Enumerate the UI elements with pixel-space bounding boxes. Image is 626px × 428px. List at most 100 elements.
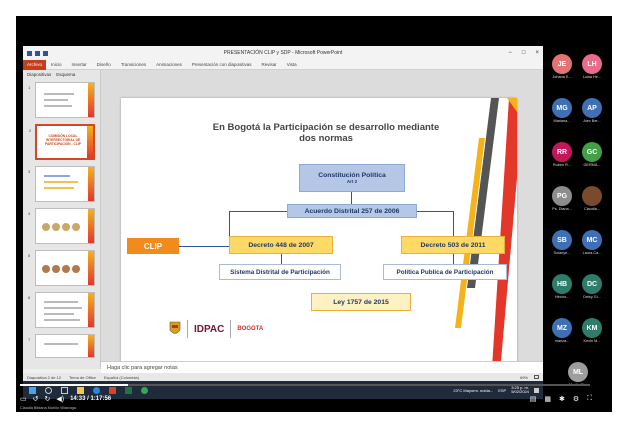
gear-icon[interactable]: ⚙ <box>573 395 579 403</box>
video-player-frame: PRESENTACIÓN CLIP y SDP - Microsoft Powe… <box>16 16 612 412</box>
constitucion-box: Constitución Política Art 2 <box>299 164 405 192</box>
status-bar: Diapositiva 2 de 12 Tema de Office Españ… <box>23 373 543 381</box>
tab-presentacion[interactable]: Presentación con diapositivas <box>187 62 257 67</box>
participant-name: Alex Ber... <box>583 119 601 123</box>
tab-revisar[interactable]: Revisar <box>256 62 281 67</box>
theme-name: Tema de Office <box>69 374 96 380</box>
participant-avatar: SB <box>552 230 572 250</box>
participant-tile[interactable]: AP Alex Ber... <box>578 98 606 123</box>
participant-tile[interactable]: DC Deisy Gi... <box>578 274 606 299</box>
participant-avatar: DC <box>582 274 602 294</box>
window-title: PRESENTACIÓN CLIP y SDP - Microsoft Powe… <box>223 50 343 56</box>
participant-tile[interactable]: LH Luisa He... <box>578 54 606 79</box>
tab-diseno[interactable]: Diseño <box>92 62 116 67</box>
tab-insertar[interactable]: Insertar <box>67 62 92 67</box>
slide-canvas[interactable]: En Bogotá la Participación se desarrollo… <box>121 98 517 384</box>
participant-name: Solanye... <box>553 251 571 255</box>
tab-diapositivas[interactable]: Diapositivas <box>27 72 51 77</box>
language-indicator: Español (Colombia) <box>103 374 139 380</box>
player-controls: ▭ ↺ ↻ ◀) 14:33 / 1:17:56 ▤ ▦ ✱ ⚙ ⛶ <box>20 390 592 408</box>
participant-tile[interactable]: MG Mariana... <box>548 98 576 123</box>
playback-time: 14:33 / 1:17:56 <box>70 396 112 402</box>
participant-name: Kevin M... <box>583 339 601 343</box>
settings-panel-icon[interactable]: ▤ <box>530 395 537 403</box>
slide-thumbnail[interactable]: 1 <box>28 82 95 118</box>
participant-avatar: JE <box>552 54 572 74</box>
forward-icon[interactable]: ↻ <box>45 395 51 403</box>
slide-thumbnail[interactable]: 6 <box>28 292 95 328</box>
maximize-button[interactable]: □ <box>522 50 526 56</box>
notes-pane[interactable]: Haga clic para agregar notas <box>101 361 543 373</box>
participant-avatar: LH <box>582 54 602 74</box>
participant-tile[interactable]: MZ mariza... <box>548 318 576 343</box>
participant-tile[interactable]: GC GERMÁ... <box>578 142 606 167</box>
powerpoint-window: PRESENTACIÓN CLIP y SDP - Microsoft Powe… <box>23 46 543 399</box>
decreto-448-box: Decreto 448 de 2007 <box>229 236 333 254</box>
participant-name: Luisa He... <box>582 75 602 79</box>
thumbnail-title: COMISIÓN LOCAL INTERSECTORIAL DE PARTICI… <box>45 134 81 146</box>
close-button[interactable]: × <box>535 50 539 56</box>
participant-avatar: HB <box>552 274 572 294</box>
tab-vista[interactable]: Vista <box>282 62 302 67</box>
minimize-button[interactable]: − <box>508 50 512 56</box>
participant-name: Laura Ca... <box>582 251 602 255</box>
slide-thumbnail[interactable]: 4 <box>28 208 95 244</box>
slide-thumbnails-panel: Diapositivas Esquema 1 2 COMISIÓN LOCAL I… <box>23 70 101 369</box>
slide-heading: En Bogotá la Participación se desarrollo… <box>212 122 440 144</box>
slide-thumbnail-selected[interactable]: 2 COMISIÓN LOCAL INTERSECTORIAL DE PARTIC… <box>29 124 95 160</box>
volume-icon[interactable]: ◀) <box>56 395 64 403</box>
politica-publica-box: Política Publica de Participación <box>383 264 507 280</box>
fit-slide-icon[interactable] <box>534 375 539 379</box>
participant-avatar: AP <box>582 98 602 118</box>
participant-name: mariza... <box>554 339 570 343</box>
participant-tile[interactable]: SB Solanye... <box>548 230 576 255</box>
participant-tile[interactable]: PG Ps. Diana... <box>548 186 576 211</box>
captions-icon[interactable]: ▭ <box>20 395 27 403</box>
logos-footer: IDPAC BOGOTA <box>169 320 263 338</box>
clip-box: CLIP <box>127 238 179 254</box>
zoom-level[interactable]: 69% <box>520 375 528 380</box>
tab-transiciones[interactable]: Transiciones <box>116 62 151 67</box>
video-progress-fill <box>20 384 129 386</box>
slide-counter: Diapositiva 2 de 12 <box>27 374 62 380</box>
participant-name: GERMÁ... <box>583 163 601 167</box>
ribbon-tabs: Archivo Inicio Insertar Diseño Transicio… <box>23 59 543 70</box>
participant-tile[interactable]: JE Johana E... <box>548 54 576 79</box>
participant-avatar: ML <box>568 362 588 382</box>
participant-tile[interactable]: KM Kevin M... <box>578 318 606 343</box>
participant-name: Mariana... <box>553 119 571 123</box>
slide-thumbnail[interactable]: 5 <box>28 250 95 286</box>
idpac-logo: IDPAC <box>194 323 225 335</box>
file-tab[interactable]: Archivo <box>23 59 47 70</box>
bogota-logo: BOGOTA <box>237 326 264 332</box>
participant-tile[interactable]: HB Héctor... <box>548 274 576 299</box>
slide-thumbnail[interactable]: 3 <box>28 166 95 202</box>
participant-avatar: GC <box>582 142 602 162</box>
participant-name: Deisy Gi... <box>583 295 601 299</box>
pin-icon[interactable]: ✱ <box>559 395 565 403</box>
participant-avatar: MC <box>582 230 602 250</box>
slide-editor: En Bogotá la Participación se desarrollo… <box>101 70 543 384</box>
rewind-icon[interactable]: ↺ <box>33 395 39 403</box>
participant-name: Héctor... <box>554 295 570 299</box>
participant-tile[interactable]: RR Ruben R... <box>548 142 576 167</box>
participant-avatar <box>582 186 602 206</box>
participant-tile[interactable]: MC Laura Ca... <box>578 230 606 255</box>
grid-view-icon[interactable]: ▦ <box>544 395 551 403</box>
fullscreen-icon[interactable]: ⛶ <box>587 395 592 403</box>
participant-tile[interactable]: Claudia... <box>578 186 606 211</box>
title-bar: PRESENTACIÓN CLIP y SDP - Microsoft Powe… <box>23 46 543 60</box>
participant-avatar: MZ <box>552 318 572 338</box>
sistema-distrital-box: Sistema Distrital de Participación <box>219 264 341 280</box>
participant-name: Claudia... <box>583 207 601 211</box>
participant-avatar: KM <box>582 318 602 338</box>
slide-thumbnail[interactable]: 7 <box>28 334 95 358</box>
participant-name: Ruben R... <box>552 163 572 167</box>
participant-avatar: MG <box>552 98 572 118</box>
video-progress-bar[interactable] <box>20 384 590 386</box>
tab-esquema[interactable]: Esquema <box>56 72 75 77</box>
participant-avatar: PG <box>552 186 572 206</box>
tab-inicio[interactable]: Inicio <box>46 62 67 67</box>
bogota-shield-icon <box>169 321 181 334</box>
tab-animaciones[interactable]: Animaciones <box>151 62 187 67</box>
